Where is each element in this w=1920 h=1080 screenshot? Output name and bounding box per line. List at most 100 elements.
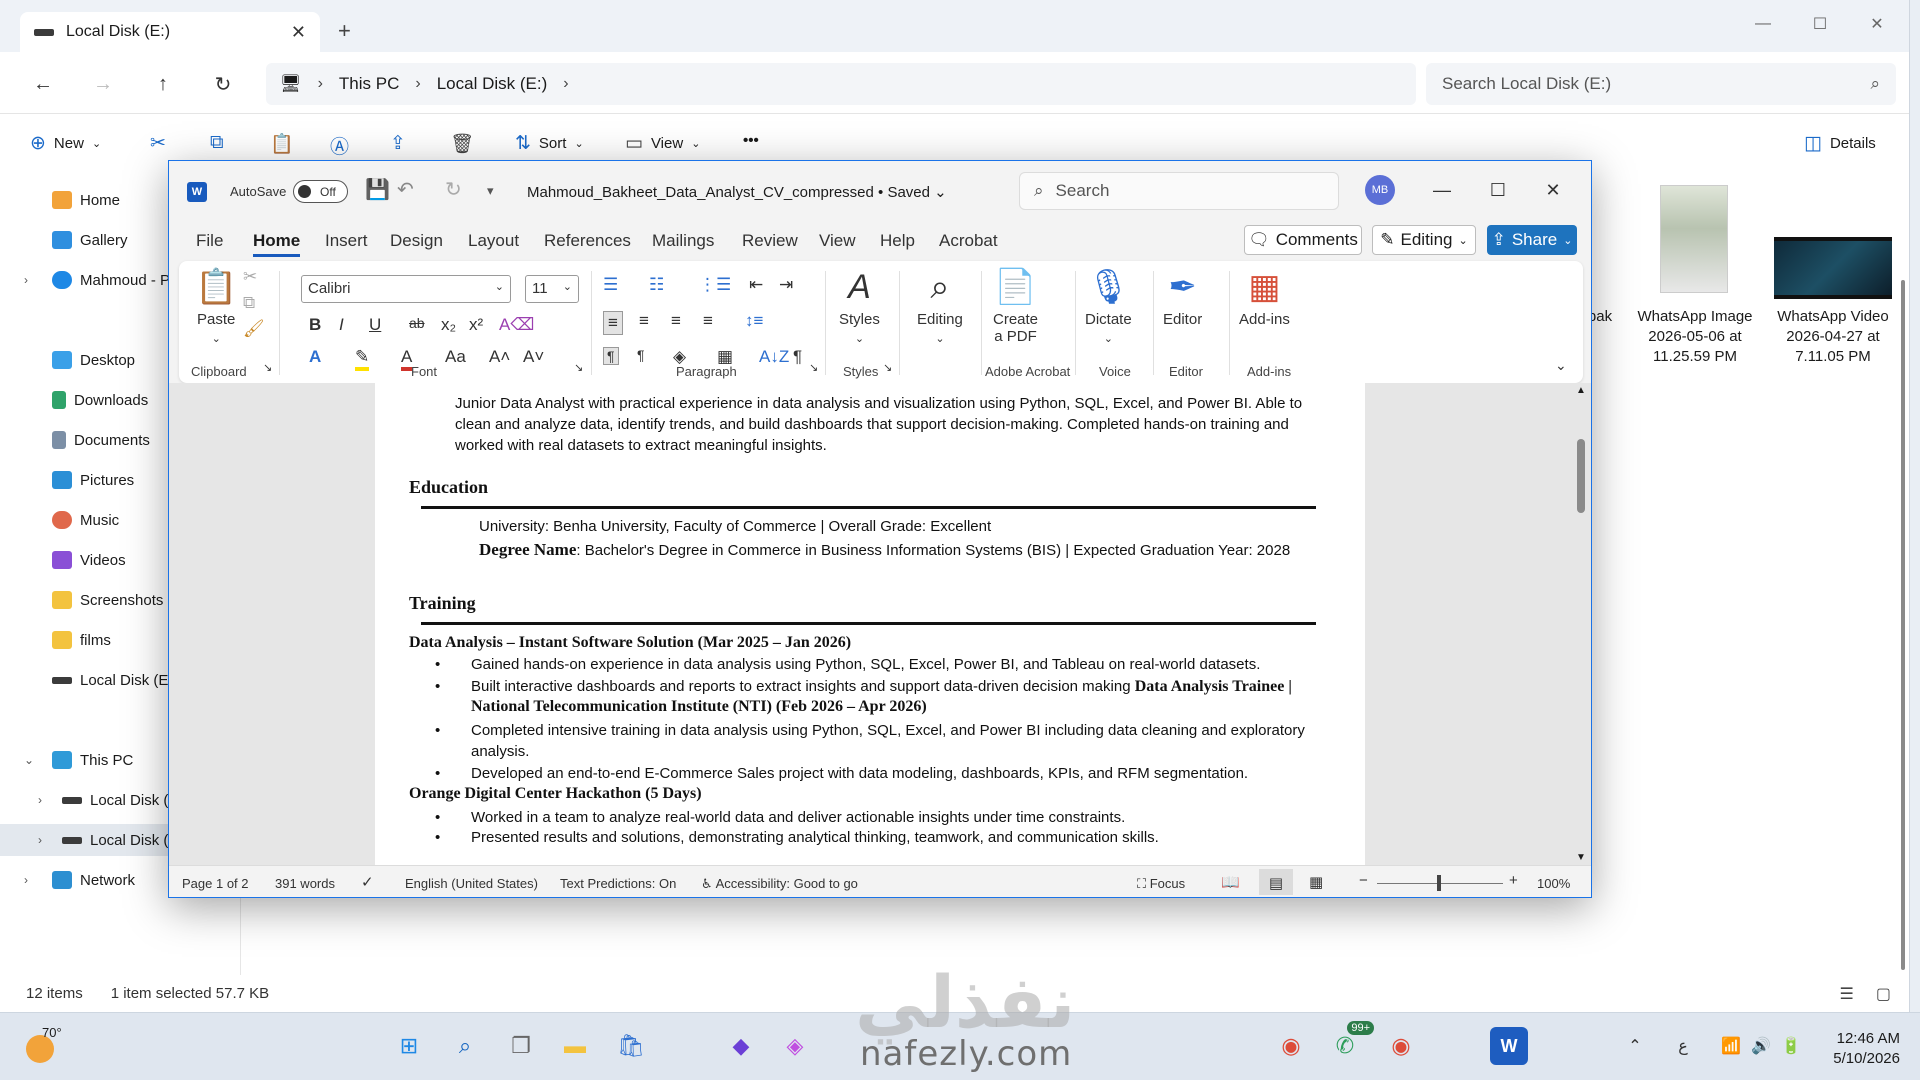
share-button[interactable]: ⇪ Share ⌄ xyxy=(1487,225,1577,255)
scrollbar-thumb[interactable] xyxy=(1901,280,1905,970)
tab-view[interactable]: View xyxy=(819,231,856,251)
superscript-icon[interactable]: x² xyxy=(469,315,483,335)
copy-icon[interactable]: ⧉ xyxy=(243,293,255,313)
dictate-button[interactable]: 🎙 Dictate ⌄ xyxy=(1085,267,1132,345)
show-formatting-icon[interactable]: ¶ xyxy=(793,347,802,367)
task-view-icon[interactable]: ❐ xyxy=(502,1027,540,1065)
close-button[interactable]: ✕ xyxy=(1536,175,1570,205)
new-tab-button[interactable]: + xyxy=(338,18,351,44)
align-right-icon[interactable]: ≡ xyxy=(671,311,681,331)
view-button[interactable]: ▭ View ⌄ xyxy=(625,132,700,155)
clear-formatting-icon[interactable]: A⌫ xyxy=(499,315,534,335)
tab-review[interactable]: Review xyxy=(742,231,798,251)
delete-button[interactable]: 🗑 xyxy=(450,132,474,156)
explorer-search-input[interactable]: Search Local Disk (E:) ⌕ xyxy=(1426,63,1896,105)
rename-button[interactable]: Ⓐ xyxy=(330,132,349,159)
justify-icon[interactable]: ≡ xyxy=(703,311,713,331)
shrink-font-icon[interactable]: A˅ xyxy=(523,347,544,367)
change-case-icon[interactable]: Aa xyxy=(445,347,466,367)
share-button[interactable]: ⇪ xyxy=(390,132,406,155)
details-button[interactable]: ◫ Details xyxy=(1804,132,1876,155)
customize-qat-icon[interactable]: ▾ xyxy=(487,183,494,199)
language-indicator[interactable]: English (United States) xyxy=(405,876,538,891)
zoom-slider-thumb[interactable] xyxy=(1437,875,1441,891)
up-button[interactable]: ↑ xyxy=(146,67,180,101)
close-button[interactable]: ✕ xyxy=(1854,8,1900,40)
ltr-icon[interactable]: ¶ xyxy=(603,347,619,365)
tab-mailings[interactable]: Mailings xyxy=(652,231,714,251)
scroll-up-icon[interactable]: ▲ xyxy=(1576,385,1586,396)
proofing-icon[interactable]: ✓ xyxy=(361,873,374,891)
clock[interactable]: 12:46 AM 5/10/2026 xyxy=(1833,1029,1900,1069)
strikethrough-icon[interactable]: ab xyxy=(409,315,425,331)
decrease-indent-icon[interactable]: ⇤ xyxy=(749,275,763,295)
highlight-icon[interactable]: ✎ xyxy=(355,347,370,371)
minimize-button[interactable]: — xyxy=(1425,175,1459,205)
breadcrumb-this-pc[interactable]: This PC xyxy=(339,74,399,94)
dialog-launcher-icon[interactable]: ↘ xyxy=(574,361,583,374)
undo-icon[interactable]: ↶ xyxy=(397,177,414,202)
close-tab-icon[interactable]: ✕ xyxy=(291,22,306,43)
read-mode-icon[interactable]: 📖 xyxy=(1221,873,1240,891)
editor-button[interactable]: ✒ Editor xyxy=(1163,267,1202,328)
zoom-out-icon[interactable]: − xyxy=(1359,872,1368,889)
dialog-launcher-icon[interactable]: ↘ xyxy=(263,361,272,374)
search-icon[interactable]: ⌕ xyxy=(446,1027,484,1065)
line-spacing-icon[interactable]: ↕≡ xyxy=(745,311,763,331)
paste-button[interactable]: 📋 xyxy=(270,132,294,156)
avatar[interactable]: MB xyxy=(1365,175,1395,205)
chrome-icon[interactable]: ◉ xyxy=(1272,1027,1310,1065)
dialog-launcher-icon[interactable]: ↘ xyxy=(883,361,892,374)
explorer-tab[interactable]: Local Disk (E:) ✕ xyxy=(20,12,320,52)
paste-button[interactable]: 📋 Paste ⌄ xyxy=(195,267,237,345)
whatsapp-image-thumbnail[interactable] xyxy=(1660,185,1728,293)
focus-button[interactable]: ⛶ Focus xyxy=(1137,876,1185,892)
subscript-icon[interactable]: x₂ xyxy=(441,315,456,335)
whatsapp-video-thumbnail[interactable] xyxy=(1774,237,1892,299)
address-bar[interactable]: 🖥 › This PC › Local Disk (E:) › xyxy=(266,63,1416,105)
whatsapp-image-label[interactable]: WhatsApp Image 2026-05-06 at 11.25.59 PM xyxy=(1630,307,1760,367)
more-options-button[interactable]: ••• xyxy=(743,132,759,149)
tab-design[interactable]: Design xyxy=(390,231,443,251)
whatsapp-video-label[interactable]: WhatsApp Video 2026-04-27 at 7.11.05 PM xyxy=(1768,307,1898,367)
underline-icon[interactable]: U xyxy=(369,315,381,335)
new-button[interactable]: ⊕ New ⌄ xyxy=(30,132,101,155)
sort-icon[interactable]: A↓Z xyxy=(759,347,789,367)
word-count[interactable]: 391 words xyxy=(275,876,335,891)
chrome-profile-icon[interactable]: ◉ xyxy=(1382,1027,1420,1065)
tab-references[interactable]: References xyxy=(544,231,631,251)
save-icon[interactable]: 💾 xyxy=(365,177,390,202)
maximize-button[interactable]: ☐ xyxy=(1481,175,1515,205)
cut-icon[interactable]: ✂ xyxy=(243,267,257,287)
cut-button[interactable]: ✂ xyxy=(150,132,166,155)
create-pdf-button[interactable]: 📄 Create a PDF xyxy=(993,267,1038,345)
m365-icon[interactable]: ◆ xyxy=(722,1027,760,1065)
tiles-view-icon[interactable]: ▢ xyxy=(1876,984,1891,1004)
print-layout-icon[interactable]: ▤ xyxy=(1259,869,1293,895)
document-page[interactable]: Junior Data Analyst with practical exper… xyxy=(375,383,1365,865)
editing-button[interactable]: ⌕ Editing ⌄ xyxy=(917,267,963,345)
start-icon[interactable]: ⊞ xyxy=(390,1027,428,1065)
tab-home[interactable]: Home xyxy=(253,231,301,257)
details-view-icon[interactable]: ☰ xyxy=(1840,984,1854,1004)
numbering-icon[interactable]: ☷ xyxy=(649,275,664,295)
font-name-select[interactable]: Calibri ⌄ xyxy=(301,275,511,303)
document-scrollbar[interactable]: ▲ ▼ xyxy=(1575,383,1587,865)
breadcrumb-local-disk[interactable]: Local Disk (E:) xyxy=(437,74,548,94)
forward-button[interactable]: → xyxy=(86,67,120,101)
tab-acrobat[interactable]: Acrobat xyxy=(939,231,998,251)
comments-button[interactable]: 🗨 Comments xyxy=(1244,225,1362,255)
align-left-icon[interactable]: ≡ xyxy=(603,311,623,335)
editing-mode-button[interactable]: ✎ Editing ⌄ xyxy=(1372,225,1476,255)
scrollbar-thumb[interactable] xyxy=(1577,439,1585,513)
bullets-icon[interactable]: ☰ xyxy=(603,275,618,295)
sort-button[interactable]: ⇅ Sort ⌄ xyxy=(515,132,584,155)
format-painter-icon[interactable]: 🖌 xyxy=(243,319,265,339)
minimize-button[interactable]: — xyxy=(1740,8,1786,40)
store-icon[interactable]: 🛍 xyxy=(612,1027,650,1065)
dialog-launcher-icon[interactable]: ↘ xyxy=(809,361,818,374)
keyboard-layout-icon[interactable]: ع xyxy=(1664,1027,1702,1065)
italic-icon[interactable]: I xyxy=(339,315,344,335)
word-search-input[interactable]: ⌕ Search xyxy=(1019,172,1339,210)
whatsapp-icon[interactable]: ✆ 99+ xyxy=(1326,1021,1374,1065)
